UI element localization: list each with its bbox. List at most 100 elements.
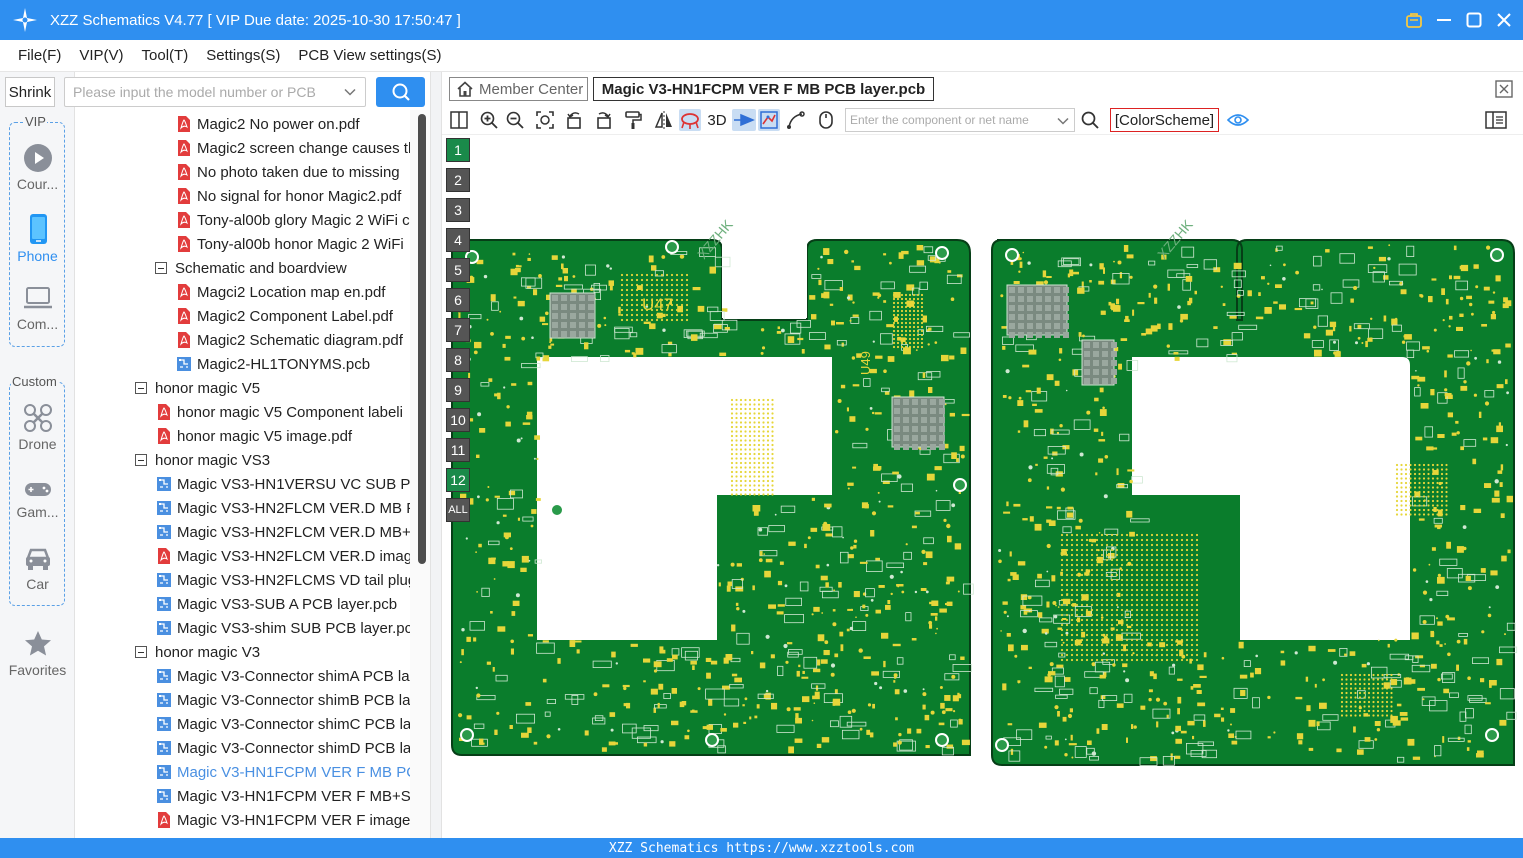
panel-splitter[interactable] [430, 72, 442, 838]
tree-item[interactable]: Magic VS3-SUB A PCB layer.pcb [157, 592, 397, 616]
component-label-u49[interactable]: U49 [858, 351, 873, 375]
zoom-out-icon[interactable] [504, 109, 526, 131]
tree-item[interactable]: Magic VS3-HN2FLCM VER.D image [157, 544, 410, 568]
layer-button-3[interactable]: 3 [446, 198, 470, 222]
tree-item[interactable]: Tony-al00b honor Magic 2 WiFi [177, 232, 404, 256]
nav-phone[interactable]: Phone [4, 213, 71, 264]
chevron-down-icon[interactable] [1056, 114, 1070, 128]
tree-item[interactable]: Magic2 Schematic diagram.pdf [177, 328, 403, 352]
tree-item[interactable]: Magic VS3-HN1VERSU VC SUB PCB [157, 472, 410, 496]
pcb-board-view[interactable]: U47 U49 XZZHK XZZHK [442, 135, 1523, 838]
tree-item[interactable]: No photo taken due to missing [177, 160, 400, 184]
tree-item[interactable]: Magic V3-Connector shimD PCB la [157, 736, 410, 760]
nav-games[interactable]: Gam... [4, 477, 71, 520]
tree-item[interactable]: Magic2 No power on.pdf [177, 112, 360, 136]
collapse-toggle-icon[interactable] [135, 646, 147, 658]
layer-button-11[interactable]: 11 [446, 438, 470, 462]
layer-button-1[interactable]: 1 [446, 138, 470, 162]
three-d-button[interactable]: 3D [705, 109, 729, 131]
collapse-toggle-icon[interactable] [135, 382, 147, 394]
tree-item[interactable]: Tony-al00b glory Magic 2 WiFi c [177, 208, 410, 232]
color-scheme-button[interactable]: [ColorScheme] [1110, 108, 1219, 132]
tree-item[interactable]: honor magic V5 image.pdf [157, 424, 352, 448]
laptop-icon [23, 287, 52, 309]
close-tabs-icon[interactable] [1495, 80, 1513, 98]
layer-button-5[interactable]: 5 [446, 258, 470, 282]
tree-item[interactable]: honor magic V3 [135, 640, 260, 664]
layer-button-7[interactable]: 7 [446, 318, 470, 342]
model-search-input[interactable]: Please input the model number or PCB [64, 77, 366, 107]
nav-favorites[interactable]: Favorites [4, 629, 71, 678]
tree-item[interactable]: Magic V3-HN1FCPM VER F MB+SU [157, 784, 410, 808]
tab-active-pcb[interactable]: Magic V3-HN1FCPM VER F MB PCB layer.pcb [593, 77, 934, 101]
tree-item[interactable]: Magic VS3-HN2FLCM VER.D MB+S [157, 520, 410, 544]
tree-item[interactable]: No signal for honor Magic2.pdf [177, 184, 401, 208]
tree-item[interactable]: honor magic V5 Component labeli [157, 400, 403, 424]
tree-item[interactable]: Magic VS3-HN2FLCM VER.D MB PC [157, 496, 410, 520]
eye-icon[interactable] [1227, 109, 1249, 131]
nav-computer[interactable]: Com... [4, 285, 71, 332]
component-search-input[interactable]: Enter the component or net name [845, 108, 1075, 132]
board-view-icon[interactable] [758, 109, 780, 131]
mouse-icon[interactable] [815, 109, 837, 131]
tree-item[interactable]: Magic V3-Connector shimC PCB la [157, 712, 410, 736]
layer-button-4[interactable]: 4 [446, 228, 470, 252]
collapse-toggle-icon[interactable] [135, 454, 147, 466]
search-button[interactable] [376, 77, 425, 107]
shrink-button[interactable]: Shrink [5, 77, 55, 107]
menu-pcb-view-settings[interactable]: PCB View settings(S) [290, 47, 449, 64]
minimize-icon[interactable] [1435, 11, 1453, 29]
menu-settings[interactable]: Settings(S) [198, 47, 288, 64]
tree-item[interactable]: Magic VS3-shim SUB PCB layer.pcb [157, 616, 410, 640]
menu-file[interactable]: File(F) [10, 47, 69, 64]
close-icon[interactable] [1495, 11, 1513, 29]
tab-member-center[interactable]: Member Center [449, 77, 588, 101]
layer-button-8[interactable]: 8 [446, 348, 470, 372]
pcb-canvas[interactable]: 1 2 3 4 5 6 7 8 9 10 11 12 ALL U47 U49 XZZHK XZZHK [442, 135, 1523, 838]
tree-item-label: honor magic VS3 [155, 451, 271, 469]
nav-drone[interactable]: Drone [4, 403, 71, 452]
maximize-icon[interactable] [1465, 11, 1483, 29]
tree-item[interactable]: Magic V3-HN1FCPM VER F image.p [157, 808, 410, 832]
layer-button-9[interactable]: 9 [446, 378, 470, 402]
probe-icon[interactable] [732, 109, 756, 131]
tree-item[interactable]: Magic V3-Connector shimB PCB la [157, 688, 410, 712]
layer-button-12[interactable]: 12 [446, 468, 470, 492]
net-highlight-icon[interactable] [679, 109, 701, 131]
vip-bag-icon[interactable] [1405, 11, 1423, 29]
tree-item[interactable]: Magic2-HL1TONYMS.pcb [177, 352, 370, 376]
tree-item[interactable]: Magic VS3-HN2FLCMS VD tail plug [157, 568, 410, 592]
tree-item[interactable]: Magci2 Location map en.pdf [177, 280, 385, 304]
tree-item[interactable]: honor magic VS3 [135, 448, 270, 472]
trace-route-icon[interactable] [785, 109, 807, 131]
menu-vip[interactable]: VIP(V) [71, 47, 131, 64]
tree-scrollbar[interactable]: ▲ [410, 110, 430, 838]
layer-button-10[interactable]: 10 [446, 408, 470, 432]
fit-view-icon[interactable] [534, 109, 556, 131]
collapse-toggle-icon[interactable] [155, 262, 167, 274]
rotate-left-icon[interactable] [564, 109, 586, 131]
tree-item[interactable]: Magic V3-Connector shimA PCB la [157, 664, 410, 688]
nav-courses[interactable]: Cour... [4, 143, 71, 192]
rotate-right-icon[interactable] [592, 109, 614, 131]
side-panel-icon[interactable] [1485, 109, 1507, 131]
pcb-board-right[interactable] [991, 239, 1515, 766]
mirror-icon[interactable] [653, 109, 675, 131]
component-label-u47[interactable]: U47 [642, 295, 673, 314]
tree-scrollbar-thumb[interactable] [418, 114, 426, 564]
layer-button-all[interactable]: ALL [446, 498, 470, 522]
paint-roller-icon[interactable] [622, 109, 644, 131]
layer-button-2[interactable]: 2 [446, 168, 470, 192]
chevron-down-icon[interactable] [343, 85, 357, 99]
tree-item[interactable]: Magic2 screen change causes th [177, 136, 410, 160]
search-icon[interactable] [1079, 109, 1101, 131]
layer-button-6[interactable]: 6 [446, 288, 470, 312]
tree-item[interactable]: Magic V3-HN1FCPM VER F MB PCB [157, 760, 410, 784]
tree-item[interactable]: Schematic and boardview [155, 256, 347, 280]
split-view-icon[interactable] [448, 109, 470, 131]
tree-item[interactable]: honor magic V5 [135, 376, 260, 400]
nav-car[interactable]: Car [4, 545, 71, 592]
zoom-in-icon[interactable] [478, 109, 500, 131]
menu-tool[interactable]: Tool(T) [134, 47, 197, 64]
tree-item[interactable]: Magic2 Component Label.pdf [177, 304, 393, 328]
